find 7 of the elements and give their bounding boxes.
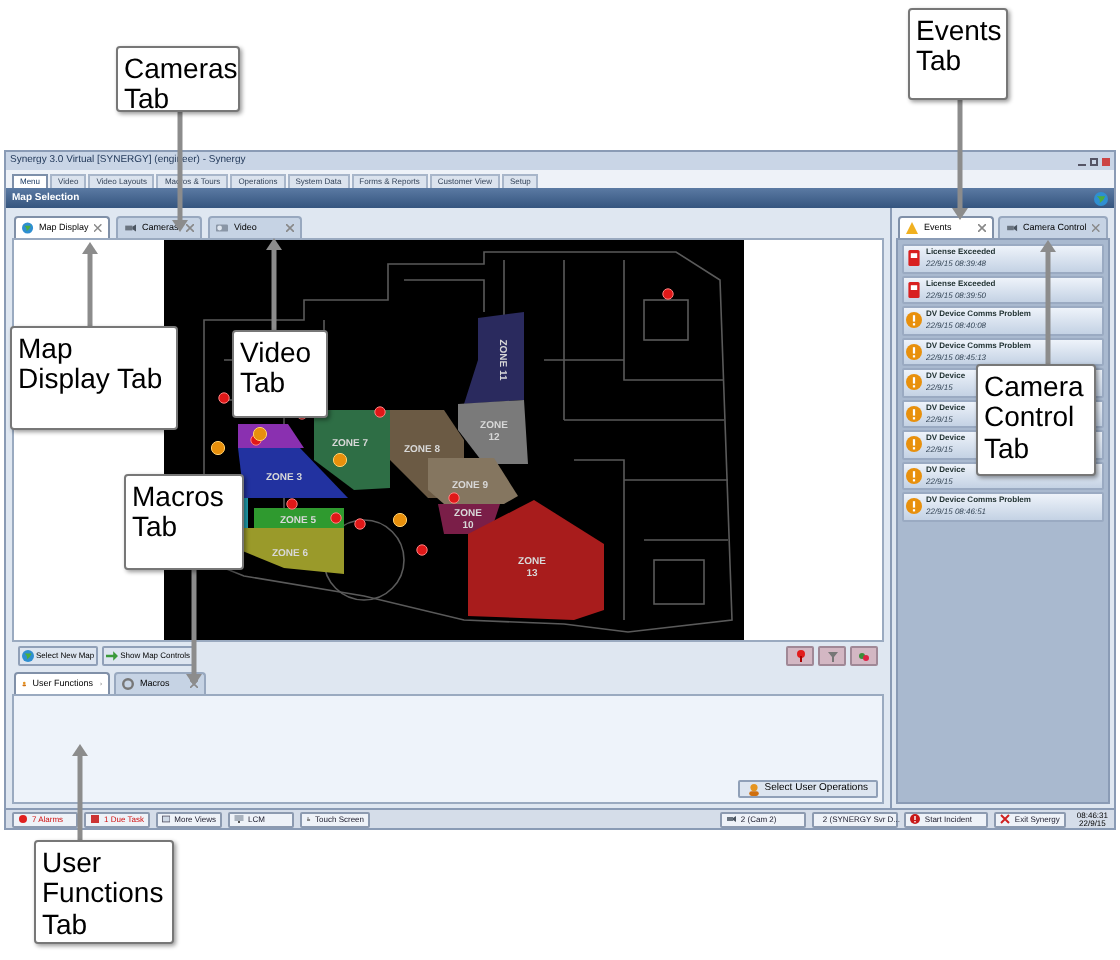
callout-tooltip: Map Display Tab [10,326,178,430]
callout-tooltip: Camera Control Tab [976,364,1096,476]
callout-tooltip: Cameras Tab [116,46,240,112]
callout-tooltip: Video Tab [232,330,328,418]
callout-tooltip: User Functions Tab [34,840,174,944]
callout-tooltip: Macros Tab [124,474,244,570]
callout-tooltip: Events Tab [908,8,1008,100]
